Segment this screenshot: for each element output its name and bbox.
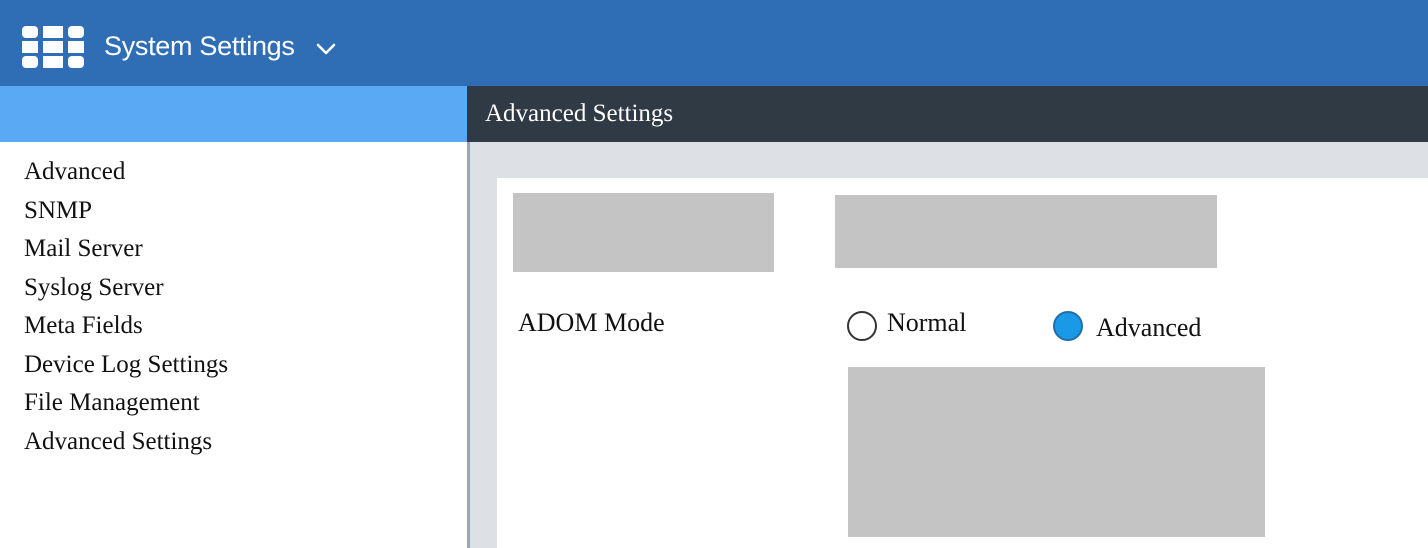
- top-bar: System Settings: [0, 0, 1428, 86]
- sidebar-item-device-log-settings[interactable]: Device Log Settings: [24, 346, 228, 385]
- page-title: Advanced Settings: [485, 100, 674, 127]
- adom-mode-label: ADOM Mode: [518, 308, 665, 337]
- radio-label-normal[interactable]: Normal: [887, 306, 966, 340]
- redacted-field-3: [848, 367, 1265, 537]
- sidebar-header: [0, 86, 467, 142]
- adom-mode-normal-radio[interactable]: Normal: [847, 306, 966, 346]
- chevron-down-icon[interactable]: [316, 42, 336, 56]
- sidebar-item-advanced[interactable]: Advanced: [24, 153, 228, 192]
- radio-unselected-icon[interactable]: [847, 311, 877, 341]
- sidebar-nav: Advanced SNMP Mail Server Syslog Server …: [24, 153, 228, 461]
- app-title[interactable]: System Settings: [104, 28, 295, 64]
- sidebar-item-mail-server[interactable]: Mail Server: [24, 230, 228, 269]
- radio-label-advanced[interactable]: Advanced: [1096, 311, 1201, 345]
- sidebar-item-advanced-settings[interactable]: Advanced Settings: [24, 423, 228, 462]
- sidebar-item-meta-fields[interactable]: Meta Fields: [24, 307, 228, 346]
- redacted-field-2: [835, 195, 1217, 268]
- fortinet-grid-icon[interactable]: [22, 26, 84, 68]
- main-header: Advanced Settings: [467, 86, 1428, 142]
- adom-mode-advanced-radio[interactable]: Advanced: [1053, 306, 1201, 346]
- sidebar-item-snmp[interactable]: SNMP: [24, 192, 228, 231]
- sidebar-item-file-management[interactable]: File Management: [24, 384, 228, 423]
- radio-selected-icon[interactable]: [1053, 311, 1083, 341]
- redacted-field-1: [513, 193, 774, 272]
- sidebar-item-syslog-server[interactable]: Syslog Server: [24, 269, 228, 308]
